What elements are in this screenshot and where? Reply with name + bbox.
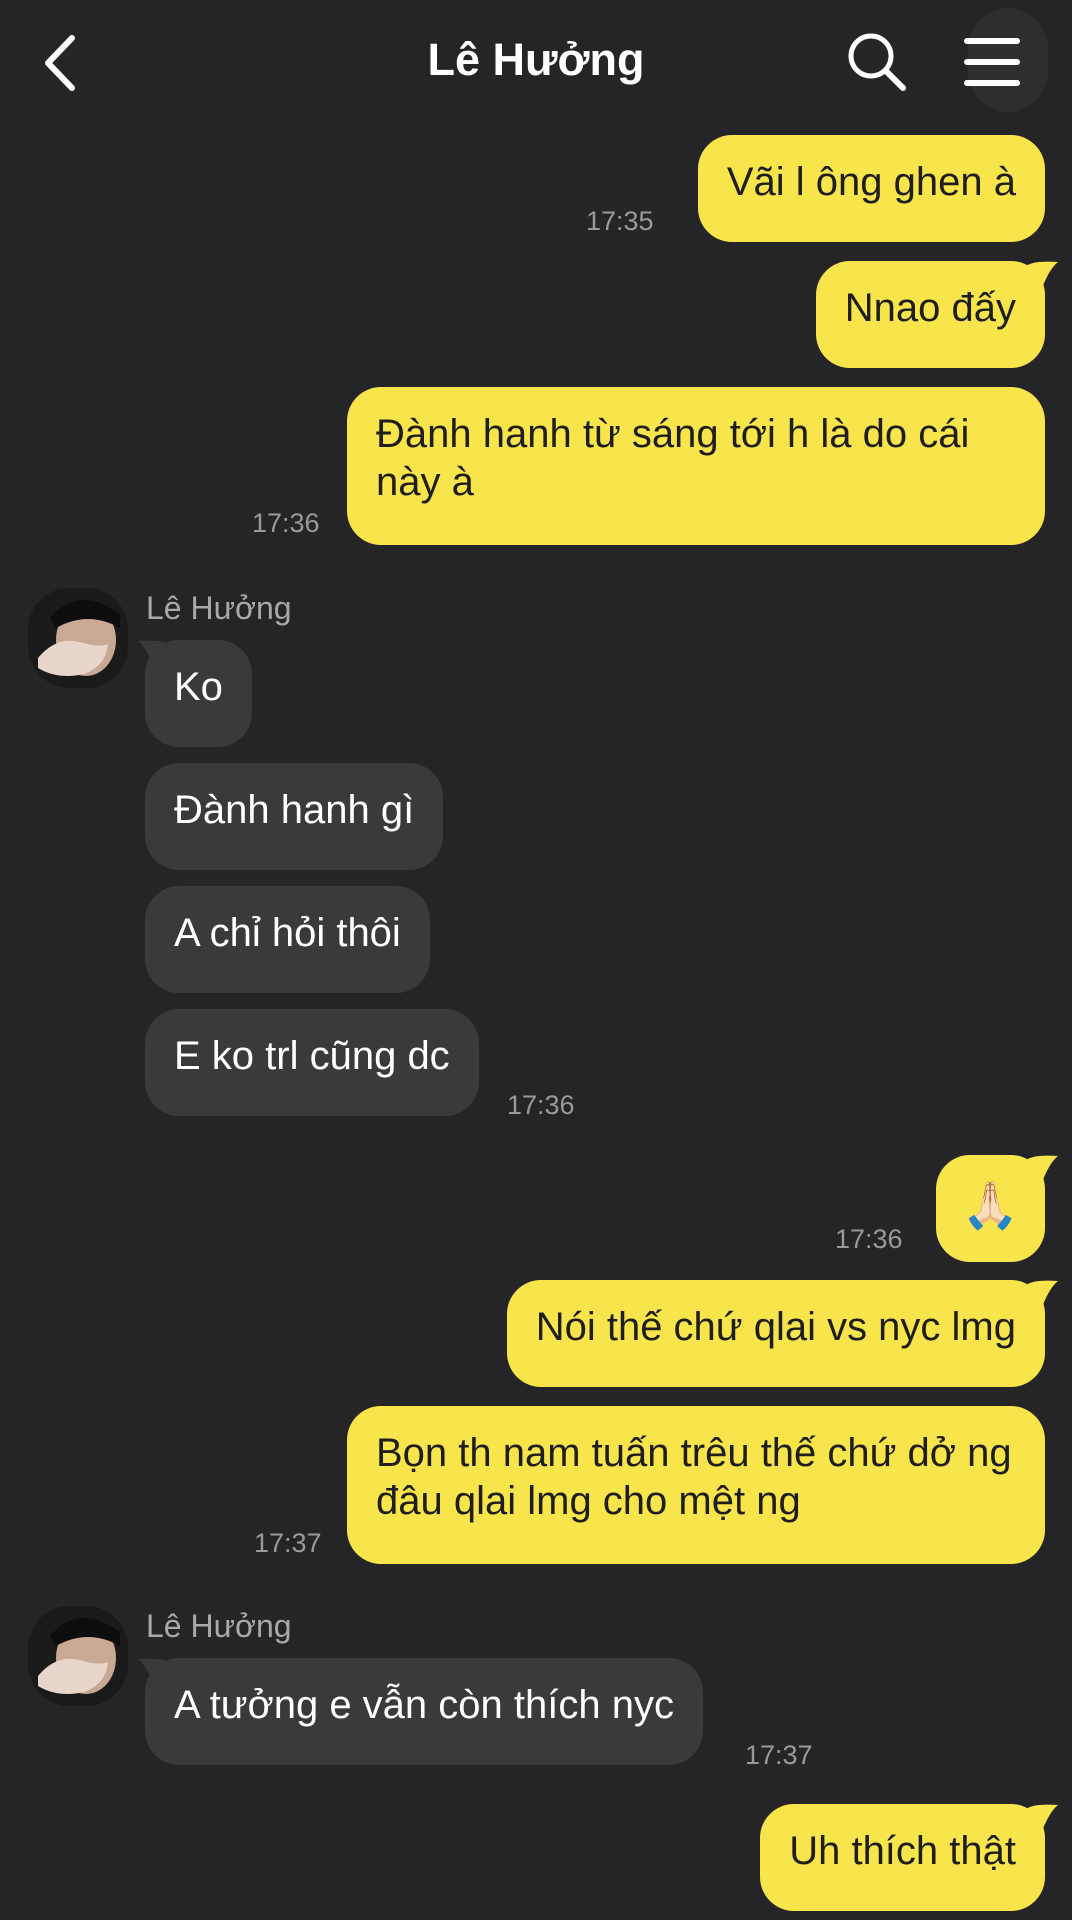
bubble-tail <box>138 640 176 667</box>
search-button[interactable] <box>845 30 909 94</box>
message-text: Vãi l ông ghen à <box>726 160 1016 204</box>
message-text: A tưởng e vẫn còn thích nyc <box>174 1683 674 1727</box>
profile-photo <box>28 588 128 688</box>
their-message-bubble[interactable]: E ko trl cũng dc <box>145 1009 479 1116</box>
my-message-bubble[interactable]: Bọn th nam tuấn trêu thế chứ dở ng đâu q… <box>347 1406 1045 1564</box>
message-text: Ko <box>174 665 223 709</box>
avatar[interactable] <box>28 1606 128 1706</box>
message-text: Nói thế chứ qlai vs nyc lmg <box>535 1305 1016 1349</box>
their-message-bubble[interactable]: A chỉ hỏi thôi <box>145 886 430 993</box>
my-message-bubble[interactable]: Uh thích thật <box>760 1804 1045 1911</box>
my-message-bubble[interactable]: Đành hanh từ sáng tới h là do cái này à <box>347 387 1045 545</box>
my-message-bubble[interactable]: Vãi l ông ghen à <box>697 135 1045 242</box>
their-message-bubble[interactable]: Đành hanh gì <box>145 763 444 870</box>
message-text: Bọn th nam tuấn trêu thế chứ dở ng đâu q… <box>376 1431 1012 1523</box>
message-time: 17:35 <box>586 206 654 236</box>
message-text: A chỉ hỏi thôi <box>174 911 401 955</box>
message-text: Đành hanh gì <box>174 788 415 832</box>
message-text: 🙏🏻 <box>961 1179 1019 1231</box>
message-time: 17:36 <box>835 1224 903 1254</box>
search-icon <box>848 33 906 91</box>
sender-name: Lê Hưởng <box>146 590 292 626</box>
message-time: 17:36 <box>507 1090 575 1120</box>
avatar[interactable] <box>28 588 128 688</box>
bubble-tail <box>1020 1804 1058 1831</box>
bubble-tail <box>1020 1280 1058 1307</box>
chat-title: Lê Hưởng <box>427 34 645 85</box>
bubble-tail <box>1020 1155 1058 1182</box>
their-message-bubble[interactable]: A tưởng e vẫn còn thích nyc <box>145 1658 703 1765</box>
hamburger-menu-icon <box>964 38 1020 44</box>
sender-name: Lê Hưởng <box>146 1608 292 1644</box>
my-message-bubble[interactable]: Nói thế chứ qlai vs nyc lmg <box>506 1280 1045 1387</box>
my-message-bubble[interactable]: Nnao đấy <box>815 261 1045 368</box>
bubble-tail <box>1020 261 1058 288</box>
message-text: Nnao đấy <box>844 286 1016 330</box>
bubble-tail <box>138 1658 176 1685</box>
message-time: 17:37 <box>254 1528 322 1558</box>
message-text: Đành hanh từ sáng tới h là do cái này à <box>376 412 970 504</box>
message-time: 17:37 <box>745 1740 813 1770</box>
chat-header: Lê Hưởng <box>0 0 1072 125</box>
message-text: Uh thích thật <box>789 1829 1016 1873</box>
message-text: E ko trl cũng dc <box>174 1034 450 1078</box>
menu-button[interactable] <box>958 30 1026 90</box>
message-time: 17:36 <box>252 508 320 538</box>
profile-photo <box>28 1606 128 1706</box>
